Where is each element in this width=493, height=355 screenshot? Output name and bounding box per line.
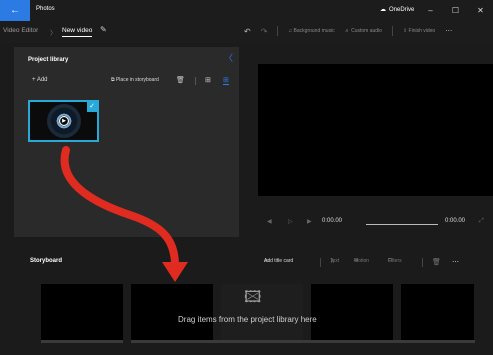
finish-video-button[interactable]: ⇪ Finish video [403,28,435,34]
finish-video-label: Finish video [408,28,436,34]
toolbar-divider [277,26,279,36]
library-actions: + Add ⧉ Place in storyboard 🗑 ⊞ ⊞ [32,77,232,87]
app-title: Photos [36,6,55,12]
forward-icon[interactable]: ▶ [307,218,312,225]
breadcrumb-project-name: New video [62,27,93,37]
editor-toolbar: Video Editor 〉 New video ✎ ↶ ↷ ♫ Backgro… [0,21,493,43]
storyboard-slot[interactable] [41,284,123,343]
storyboard-divider [320,258,321,267]
collapse-library-icon[interactable]: 〈 [224,51,233,64]
background-music-label: Background music [293,28,335,34]
motion-label: Motion [354,258,370,264]
storyboard-header [0,250,493,278]
seek-bar[interactable] [366,224,438,225]
rename-pencil-icon[interactable]: ✎ [100,25,107,34]
play-icon: ▶ [59,116,69,126]
cloud-icon: ☁ [380,7,386,13]
background-music-button[interactable]: ♫ Background music [288,28,334,34]
close-button[interactable]: ✕ [468,0,493,21]
minimize-button[interactable]: – [418,0,443,21]
current-time: 0:00.00 [322,218,343,224]
rewind-icon[interactable]: ◀ [267,218,272,225]
back-button[interactable]: ← [0,0,30,21]
video-preview[interactable] [258,64,493,196]
place-in-storyboard-label: Place in storyboard [115,77,159,83]
more-options-icon[interactable]: ⋯ [445,27,452,35]
window-controls: – ☐ ✕ [418,0,493,21]
selected-check-icon[interactable]: ✓ [87,102,97,112]
project-library-title: Project library [28,57,69,63]
storyboard-slot[interactable] [401,284,474,343]
storyboard-more-icon[interactable]: ⋯ [452,258,459,266]
onedrive-label: OneDrive [389,6,415,13]
onedrive-status[interactable]: ☁ OneDrive [380,6,415,14]
custom-audio-label: Custom audio [351,28,382,34]
fullscreen-icon[interactable]: ⤢ [479,218,484,225]
storyboard-slot[interactable] [131,284,213,343]
drag-hint-text: Drag items from the project library here [178,315,317,324]
title-bar: ← Photos ☁ OneDrive – ☐ ✕ [0,0,493,21]
text-label: Text [330,258,340,264]
playback-controls: ◀ ▷ ▶ 0:00.00 0:00.00 ⤢ [258,218,493,230]
undo-icon[interactable]: ↶ [244,27,251,36]
small-grid-view-icon[interactable]: ⊞ [223,76,229,85]
add-title-card-label: Add title card [264,258,294,264]
toolbar-divider [391,26,393,36]
play-button-icon[interactable]: ▷ [288,218,293,225]
media-placeholder-icon: 🖾 [244,289,262,306]
delete-media-icon[interactable]: 🗑 [176,76,185,84]
media-thumbnail[interactable]: ▶ ✓ [28,100,99,142]
project-library-panel: Project library 〈 + Add ⧉ Place in story… [14,47,239,237]
breadcrumb-chevron-icon: 〉 [50,30,57,37]
breadcrumb-video-editor[interactable]: Video Editor [3,27,38,34]
maximize-button[interactable]: ☐ [443,0,468,21]
filters-label: Filters [388,258,402,264]
delete-clip-icon[interactable]: 🗑 [432,258,441,266]
library-divider [195,77,196,85]
large-grid-view-icon[interactable]: ⊞ [205,76,211,84]
storyboard-title: Storyboard [30,258,63,264]
storyboard-slot[interactable] [221,284,303,343]
toolbar-actions: ↶ ↷ ♫ Background music ♬ Custom audio ⇪ … [244,26,452,36]
custom-audio-button[interactable]: ♬ Custom audio [345,28,382,34]
end-time: 0:00.00 [445,218,466,224]
place-in-storyboard-button[interactable]: ⧉ Place in storyboard [111,77,159,83]
storyboard-divider [422,258,423,267]
back-arrow-icon: ← [10,5,20,16]
storyboard-slot[interactable] [311,284,393,343]
add-media-button[interactable]: + Add [32,77,48,83]
redo-icon[interactable]: ↷ [261,27,268,36]
